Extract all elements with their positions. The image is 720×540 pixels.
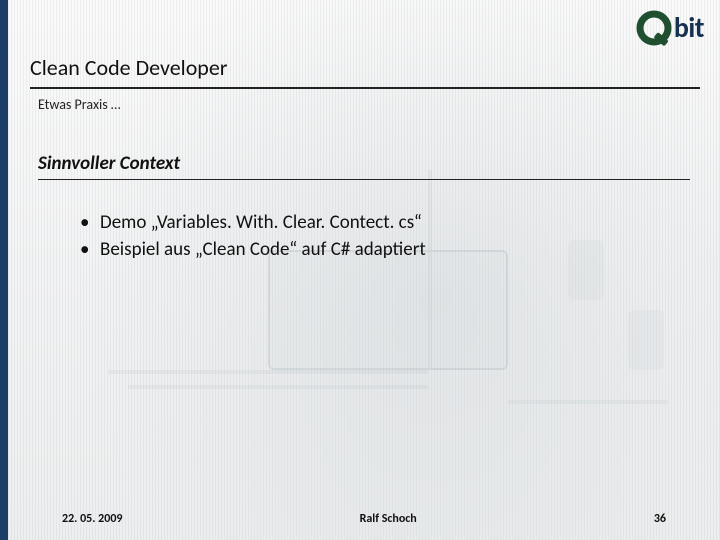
footer-author: Ralf Schoch bbox=[123, 512, 654, 526]
slide: bit Clean Code Developer Etwas Praxis … … bbox=[0, 0, 720, 540]
title-region: Clean Code Developer bbox=[30, 54, 700, 89]
slide-footer: 22. 05. 2009 Ralf Schoch 36 bbox=[8, 512, 720, 526]
logo-text: bit bbox=[674, 14, 704, 42]
slide-subtitle: Etwas Praxis … bbox=[38, 96, 121, 113]
list-item: Demo „Variables. With. Clear. Contect. c… bbox=[80, 210, 680, 237]
section-heading: Sinnvoller Context bbox=[38, 152, 690, 180]
company-logo: bit bbox=[636, 8, 704, 48]
footer-page-number: 36 bbox=[654, 512, 666, 526]
bullet-list: Demo „Variables. With. Clear. Contect. c… bbox=[80, 210, 680, 263]
logo-q-icon bbox=[636, 8, 676, 48]
slide-title: Clean Code Developer bbox=[30, 54, 700, 89]
list-item: Beispiel aus „Clean Code“ auf C# adaptie… bbox=[80, 237, 680, 264]
footer-date: 22. 05. 2009 bbox=[62, 512, 123, 526]
